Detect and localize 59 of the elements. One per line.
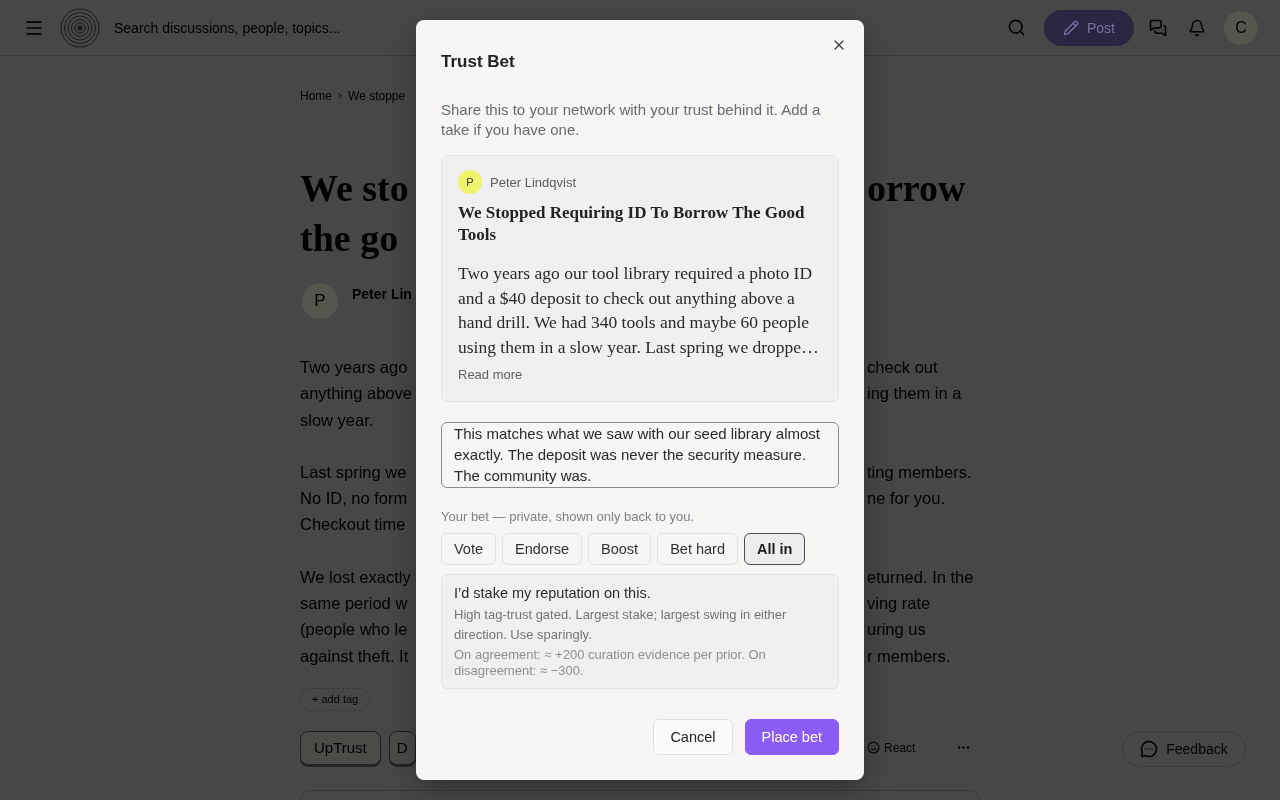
bet-option[interactable]: Vote: [441, 533, 497, 565]
article-text: slow year.: [300, 409, 374, 431]
article-text: same period w: [300, 593, 408, 615]
author-name: Peter Lin: [352, 285, 412, 303]
bet-description: High tag-trust gated. Largest stake; largest swing in either direction. Use sparingly.: [454, 606, 788, 644]
article-text: Checkout time: [300, 514, 406, 536]
article-text: eturned. In the: [866, 566, 974, 588]
article-text: Two years ago: [300, 357, 408, 378]
article-text: We lost exactly: [300, 566, 411, 588]
search-icon[interactable]: [1007, 18, 1026, 37]
article-text: ting members.: [866, 461, 972, 483]
breadcrumb-link[interactable]: Home: [300, 89, 332, 103]
bet-option[interactable]: Endorse: [502, 533, 583, 565]
search-field[interactable]: Search discussions, people, topics...: [112, 11, 532, 44]
article-text: r members.: [866, 645, 951, 667]
read-more-link[interactable]: Read more: [458, 367, 523, 383]
article-text: Last spring we: [300, 461, 407, 483]
bet-headline: I’d stake my reputation on this.: [454, 584, 652, 602]
preview-title: We Stopped Requiring ID To Borrow The Good Tools: [458, 202, 806, 246]
chat-bubble-icon: [1140, 740, 1159, 758]
article-text: uring us: [866, 619, 926, 641]
bet-option[interactable]: Boost: [588, 533, 652, 565]
article-text: anything above: [300, 383, 412, 405]
article-text: No ID, no form: [300, 488, 408, 510]
chevron-icon: [335, 91, 345, 101]
article-text: ing them in a: [866, 383, 962, 405]
place-bet-button[interactable]: Place bet: [744, 719, 839, 755]
action-button[interactable]: UpTrust: [300, 730, 381, 765]
bet-option[interactable]: Bet hard: [657, 533, 738, 565]
article-title: the go: [300, 216, 399, 261]
bet-option[interactable]: All in: [743, 533, 806, 565]
action-button[interactable]: D: [388, 730, 416, 765]
article-title: We sto: [300, 166, 409, 211]
post-button[interactable]: Post: [1044, 9, 1134, 46]
bet-effects: On agreement: ≈ +200 curation evidence per prior. On disagreement: ≈ −300.: [454, 647, 767, 679]
article-text: (people who le: [300, 619, 408, 641]
user-avatar[interactable]: C: [1224, 10, 1258, 45]
take-field[interactable]: This matches what we saw with our seed library almost exactly. The deposit was never the security measure. The community was.: [441, 422, 839, 488]
chat-icon[interactable]: [1149, 18, 1167, 37]
breadcrumb-current: We stoppe: [348, 89, 406, 103]
smile-icon: [867, 741, 880, 755]
author-avatar: P: [302, 283, 338, 319]
react-button[interactable]: React: [867, 740, 916, 755]
logo-icon[interactable]: [60, 7, 100, 48]
article-title: orrow: [866, 166, 966, 211]
article-text: against theft. It: [300, 645, 409, 667]
bell-icon[interactable]: [1188, 18, 1206, 37]
article-text: ne for you.: [866, 488, 945, 510]
feedback-button[interactable]: Feedback: [1122, 731, 1246, 767]
cancel-button[interactable]: Cancel: [653, 719, 733, 755]
article-text: check out: [866, 357, 938, 378]
preview-excerpt: Two years ago our tool library required a photo ID and a $40 deposit to check out anything above a hand drill. We had 340 tools and maybe 60 people using them in a slow year. Last spring we droppe…: [458, 262, 820, 359]
preview-avatar: P: [458, 170, 482, 194]
bet-label: Your bet — private, shown only back to you.: [441, 510, 696, 524]
preview-author: Peter Lindqvist: [490, 174, 576, 190]
article-text: ving rate: [866, 593, 931, 615]
dialog-description: Share this to your network with your trust behind it. Add a take if you have one.: [441, 100, 822, 140]
pencil-icon: [1063, 19, 1079, 36]
dialog-title: Trust Bet: [441, 51, 516, 73]
